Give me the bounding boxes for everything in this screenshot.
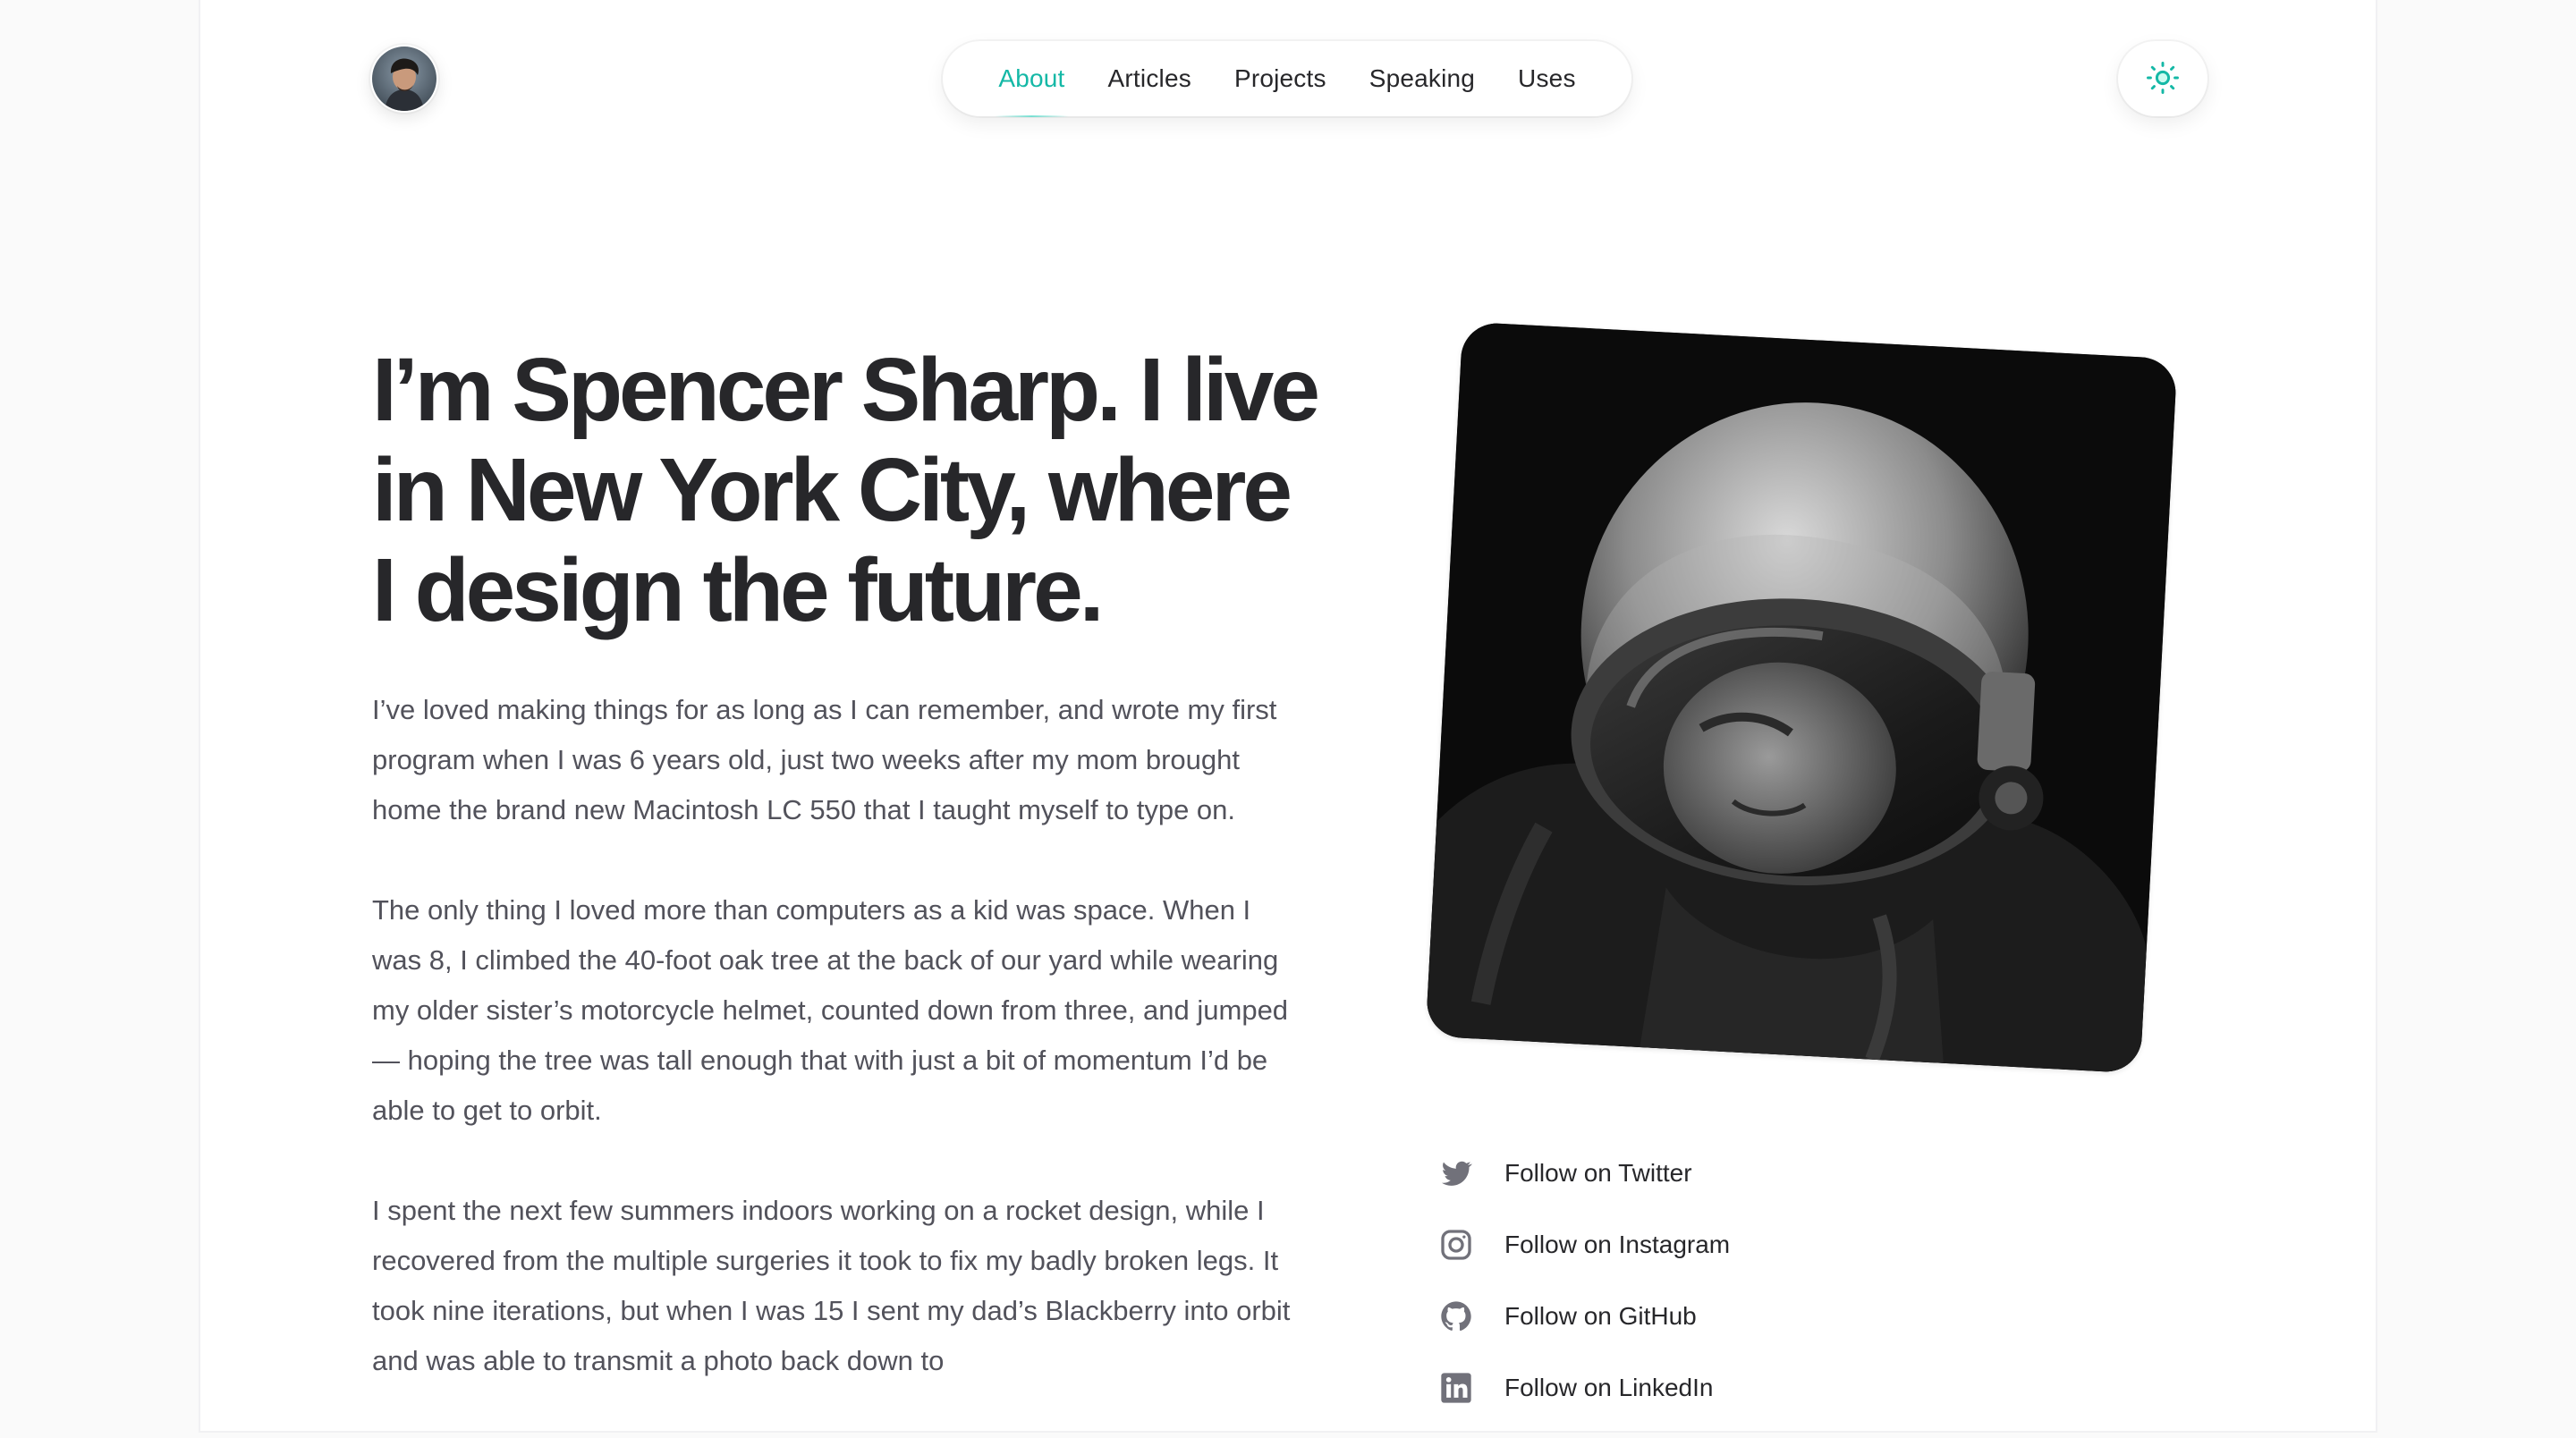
social-label[interactable]: Follow on Instagram (1504, 1231, 1730, 1259)
theme-toggle-button[interactable] (2118, 41, 2207, 116)
social-label[interactable]: Follow on GitHub (1504, 1302, 1697, 1331)
bio-text: I’ve loved making things for as long as … (372, 685, 1293, 1436)
github-icon (1435, 1295, 1478, 1338)
bio-paragraph: The only thing I loved more than compute… (372, 894, 1289, 1126)
nav-about[interactable]: About (977, 41, 1086, 117)
nav-articles[interactable]: Articles (1087, 41, 1213, 116)
social-links: Follow on Twitter Follow on Instagram Fo… (1435, 1152, 1730, 1438)
linkedin-icon (1435, 1366, 1478, 1409)
social-link-instagram[interactable]: Follow on Instagram (1435, 1223, 1730, 1266)
social-link-linkedin[interactable]: Follow on LinkedIn (1435, 1366, 1730, 1409)
twitter-icon (1435, 1152, 1478, 1195)
avatar (372, 47, 436, 111)
social-link-twitter[interactable]: Follow on Twitter (1435, 1152, 1730, 1195)
page-title: I’m Spencer Sharp. I live in New York Ci… (372, 340, 1320, 640)
social-link-github[interactable]: Follow on GitHub (1435, 1295, 1730, 1338)
main-nav: About Articles Projects Speaking Uses (943, 41, 1631, 117)
bio-paragraph: I spent the next few summers indoors wor… (372, 1195, 1291, 1376)
social-label[interactable]: Follow on LinkedIn (1504, 1374, 1713, 1402)
social-label[interactable]: Follow on Twitter (1504, 1159, 1692, 1188)
nav-speaking[interactable]: Speaking (1348, 41, 1496, 116)
home-avatar-link[interactable] (370, 45, 438, 113)
instagram-icon (1435, 1223, 1478, 1266)
portrait-image (1425, 321, 2178, 1074)
page-container: About Articles Projects Speaking Uses I’… (200, 0, 2376, 1431)
nav-uses[interactable]: Uses (1496, 41, 1597, 116)
bio-paragraph: I’ve loved making things for as long as … (372, 694, 1277, 825)
nav-projects[interactable]: Projects (1213, 41, 1348, 116)
sun-icon (2143, 58, 2182, 100)
